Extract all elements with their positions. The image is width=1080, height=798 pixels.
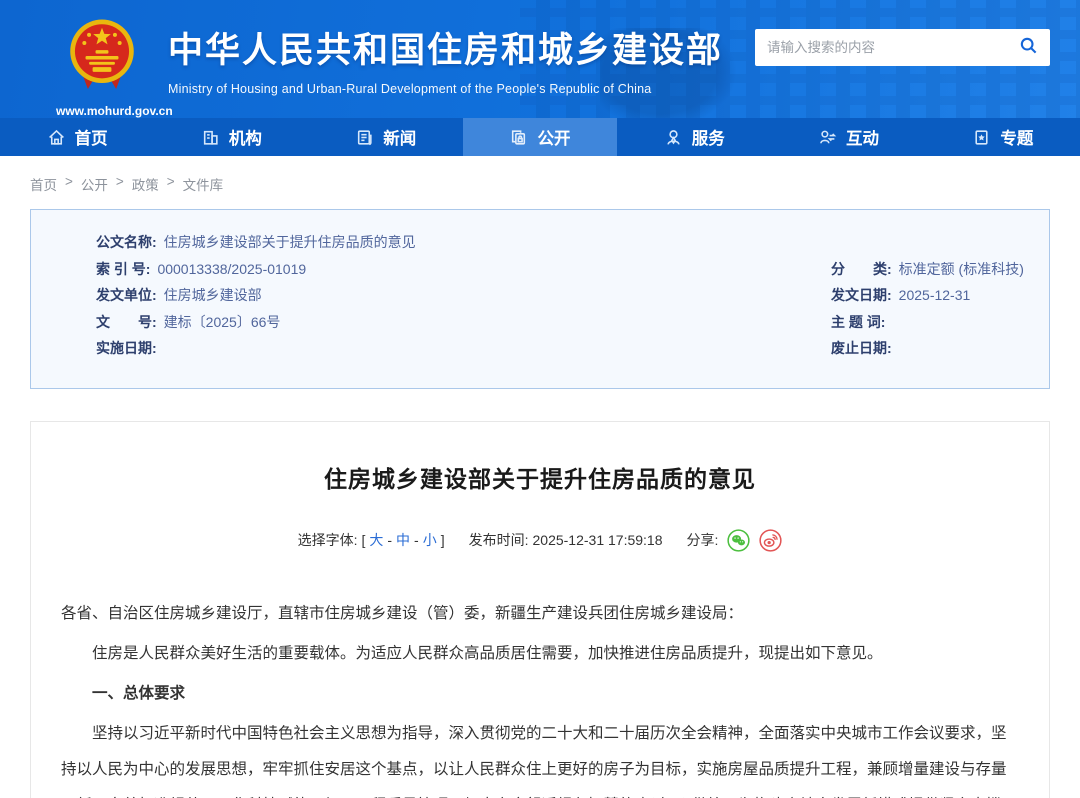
font-size-selector: 选择字体: [ 大 - 中 - 小 ] bbox=[298, 530, 445, 550]
breadcrumb-separator: > bbox=[116, 174, 124, 194]
doc-number-value: 建标〔2025〕66号 bbox=[164, 309, 281, 336]
doc-category-row: 分 类: 标准定额 (标准科技) bbox=[831, 256, 1049, 283]
doc-index-label: 索 引 号: bbox=[96, 256, 150, 283]
doc-name-row: 公文名称: 住房城乡建设部关于提升住房品质的意见 bbox=[31, 229, 1049, 256]
search-box[interactable] bbox=[755, 29, 1050, 66]
doc-implementation-date-row: 实施日期: bbox=[96, 335, 766, 362]
doc-category-value: 标准定额 (标准科技) bbox=[899, 256, 1024, 283]
weibo-share-icon[interactable] bbox=[759, 529, 782, 552]
disclosure-icon bbox=[509, 128, 528, 147]
breadcrumb-separator: > bbox=[65, 174, 73, 194]
doc-issue-date-row: 发文日期: 2025-12-31 bbox=[831, 282, 1049, 309]
doc-number-row: 文 号: 建标〔2025〕66号 bbox=[96, 309, 766, 336]
home-icon bbox=[47, 128, 66, 147]
breadcrumb-disclosure[interactable]: 公开 bbox=[81, 174, 108, 194]
font-size-small-button[interactable]: 小 bbox=[423, 530, 437, 550]
breadcrumb: 首页 > 公开 > 政策 > 文件库 bbox=[0, 156, 1080, 209]
publish-time: 发布时间: 2025-12-31 17:59:18 bbox=[469, 530, 663, 550]
wechat-share-icon[interactable] bbox=[727, 529, 750, 552]
article-section-heading: 一、总体要求 bbox=[61, 676, 1019, 712]
doc-category-label: 分 类: bbox=[831, 256, 892, 283]
nav-label: 新闻 bbox=[383, 125, 416, 149]
doc-name-value: 住房城乡建设部关于提升住房品质的意见 bbox=[164, 229, 416, 256]
font-size-medium-button[interactable]: 中 bbox=[396, 530, 410, 550]
doc-abolition-date-label: 废止日期: bbox=[831, 335, 892, 362]
article-paragraph-salutation: 各省、自治区住房城乡建设厅，直辖市住房城乡建设（管）委，新疆生产建设兵团住房城乡… bbox=[61, 596, 1019, 632]
nav-item-interaction[interactable]: 互动 bbox=[771, 118, 925, 156]
doc-issue-date-value: 2025-12-31 bbox=[899, 282, 971, 309]
article-paragraph-intro: 住房是人民群众美好生活的重要载体。为适应人民群众高品质居住需要，加快推进住房品质… bbox=[61, 636, 1019, 672]
font-selector-label: 选择字体: bbox=[298, 530, 358, 550]
doc-subject-words-row: 主 题 词: bbox=[831, 309, 1049, 336]
service-icon bbox=[664, 128, 683, 147]
doc-issuing-unit-row: 发文单位: 住房城乡建设部 bbox=[96, 282, 766, 309]
breadcrumb-home[interactable]: 首页 bbox=[30, 174, 57, 194]
search-icon[interactable] bbox=[1019, 36, 1038, 60]
nav-item-topics[interactable]: 专题 bbox=[926, 118, 1080, 156]
publish-time-label: 发布时间: bbox=[469, 530, 529, 550]
nav-item-services[interactable]: 服务 bbox=[617, 118, 771, 156]
doc-name-label: 公文名称: bbox=[96, 229, 157, 256]
doc-issuing-unit-label: 发文单位: bbox=[96, 282, 157, 309]
doc-subject-words-label: 主 题 词: bbox=[831, 309, 885, 336]
doc-abolition-date-row: 废止日期: bbox=[831, 335, 1049, 362]
share-label: 分享: bbox=[687, 530, 719, 550]
article-card: 住房城乡建设部关于提升住房品质的意见 选择字体: [ 大 - 中 - 小 ] 发… bbox=[30, 421, 1050, 798]
nav-label: 专题 bbox=[1000, 125, 1033, 149]
nav-item-home[interactable]: 首页 bbox=[0, 118, 154, 156]
nav-item-organization[interactable]: 机构 bbox=[154, 118, 308, 156]
doc-issue-date-label: 发文日期: bbox=[831, 282, 892, 309]
doc-number-label: 文 号: bbox=[96, 309, 157, 336]
font-size-large-button[interactable]: 大 bbox=[369, 530, 383, 550]
nav-item-news[interactable]: 新闻 bbox=[309, 118, 463, 156]
breadcrumb-document-library[interactable]: 文件库 bbox=[183, 174, 224, 194]
nav-label: 服务 bbox=[692, 125, 725, 149]
font-selector-bracket: [ bbox=[361, 532, 365, 548]
nav-label: 公开 bbox=[537, 125, 570, 149]
nav-item-disclosure[interactable]: 公开 bbox=[463, 118, 617, 156]
document-info-card: 公文名称: 住房城乡建设部关于提升住房品质的意见 索 引 号: 00001333… bbox=[30, 209, 1050, 389]
breadcrumb-separator: > bbox=[167, 174, 175, 194]
interaction-icon bbox=[818, 128, 837, 147]
font-selector-bracket: ] bbox=[441, 532, 445, 548]
article-paragraph-general-requirements: 坚持以习近平新时代中国特色社会主义思想为指导，深入贯彻党的二十大和二十届历次全会… bbox=[61, 716, 1019, 798]
doc-index-row: 索 引 号: 000013338/2025-01019 bbox=[96, 256, 766, 283]
font-selector-dash: - bbox=[387, 532, 392, 548]
national-emblem-icon bbox=[64, 83, 140, 100]
article-title: 住房城乡建设部关于提升住房品质的意见 bbox=[61, 460, 1019, 494]
nav-label: 互动 bbox=[846, 125, 879, 149]
site-url: www.mohurd.gov.cn bbox=[56, 104, 148, 118]
font-selector-dash: - bbox=[414, 532, 419, 548]
publish-time-value: 2025-12-31 17:59:18 bbox=[533, 532, 663, 548]
main-nav: 首页 机构 新闻 公开 bbox=[0, 118, 1080, 156]
site-title-english: Ministry of Housing and Urban-Rural Deve… bbox=[168, 82, 723, 96]
share-controls: 分享: bbox=[687, 529, 783, 552]
search-input[interactable] bbox=[767, 40, 1019, 55]
article-body: 各省、自治区住房城乡建设厅，直辖市住房城乡建设（管）委，新疆生产建设兵团住房城乡… bbox=[61, 596, 1019, 798]
topics-icon bbox=[972, 128, 991, 147]
doc-implementation-date-label: 实施日期: bbox=[96, 335, 157, 362]
nav-label: 机构 bbox=[229, 125, 262, 149]
site-title-chinese: 中华人民共和国住房和城乡建设部 bbox=[168, 22, 723, 73]
nav-label: 首页 bbox=[75, 125, 108, 149]
site-header: www.mohurd.gov.cn 中华人民共和国住房和城乡建设部 Minist… bbox=[0, 0, 1080, 118]
doc-index-value: 000013338/2025-01019 bbox=[157, 256, 306, 283]
organization-icon bbox=[201, 128, 220, 147]
doc-issuing-unit-value: 住房城乡建设部 bbox=[164, 282, 262, 309]
breadcrumb-policy[interactable]: 政策 bbox=[132, 174, 159, 194]
news-icon bbox=[355, 128, 374, 147]
article-meta-row: 选择字体: [ 大 - 中 - 小 ] 发布时间: 2025-12-31 17:… bbox=[61, 529, 1019, 552]
